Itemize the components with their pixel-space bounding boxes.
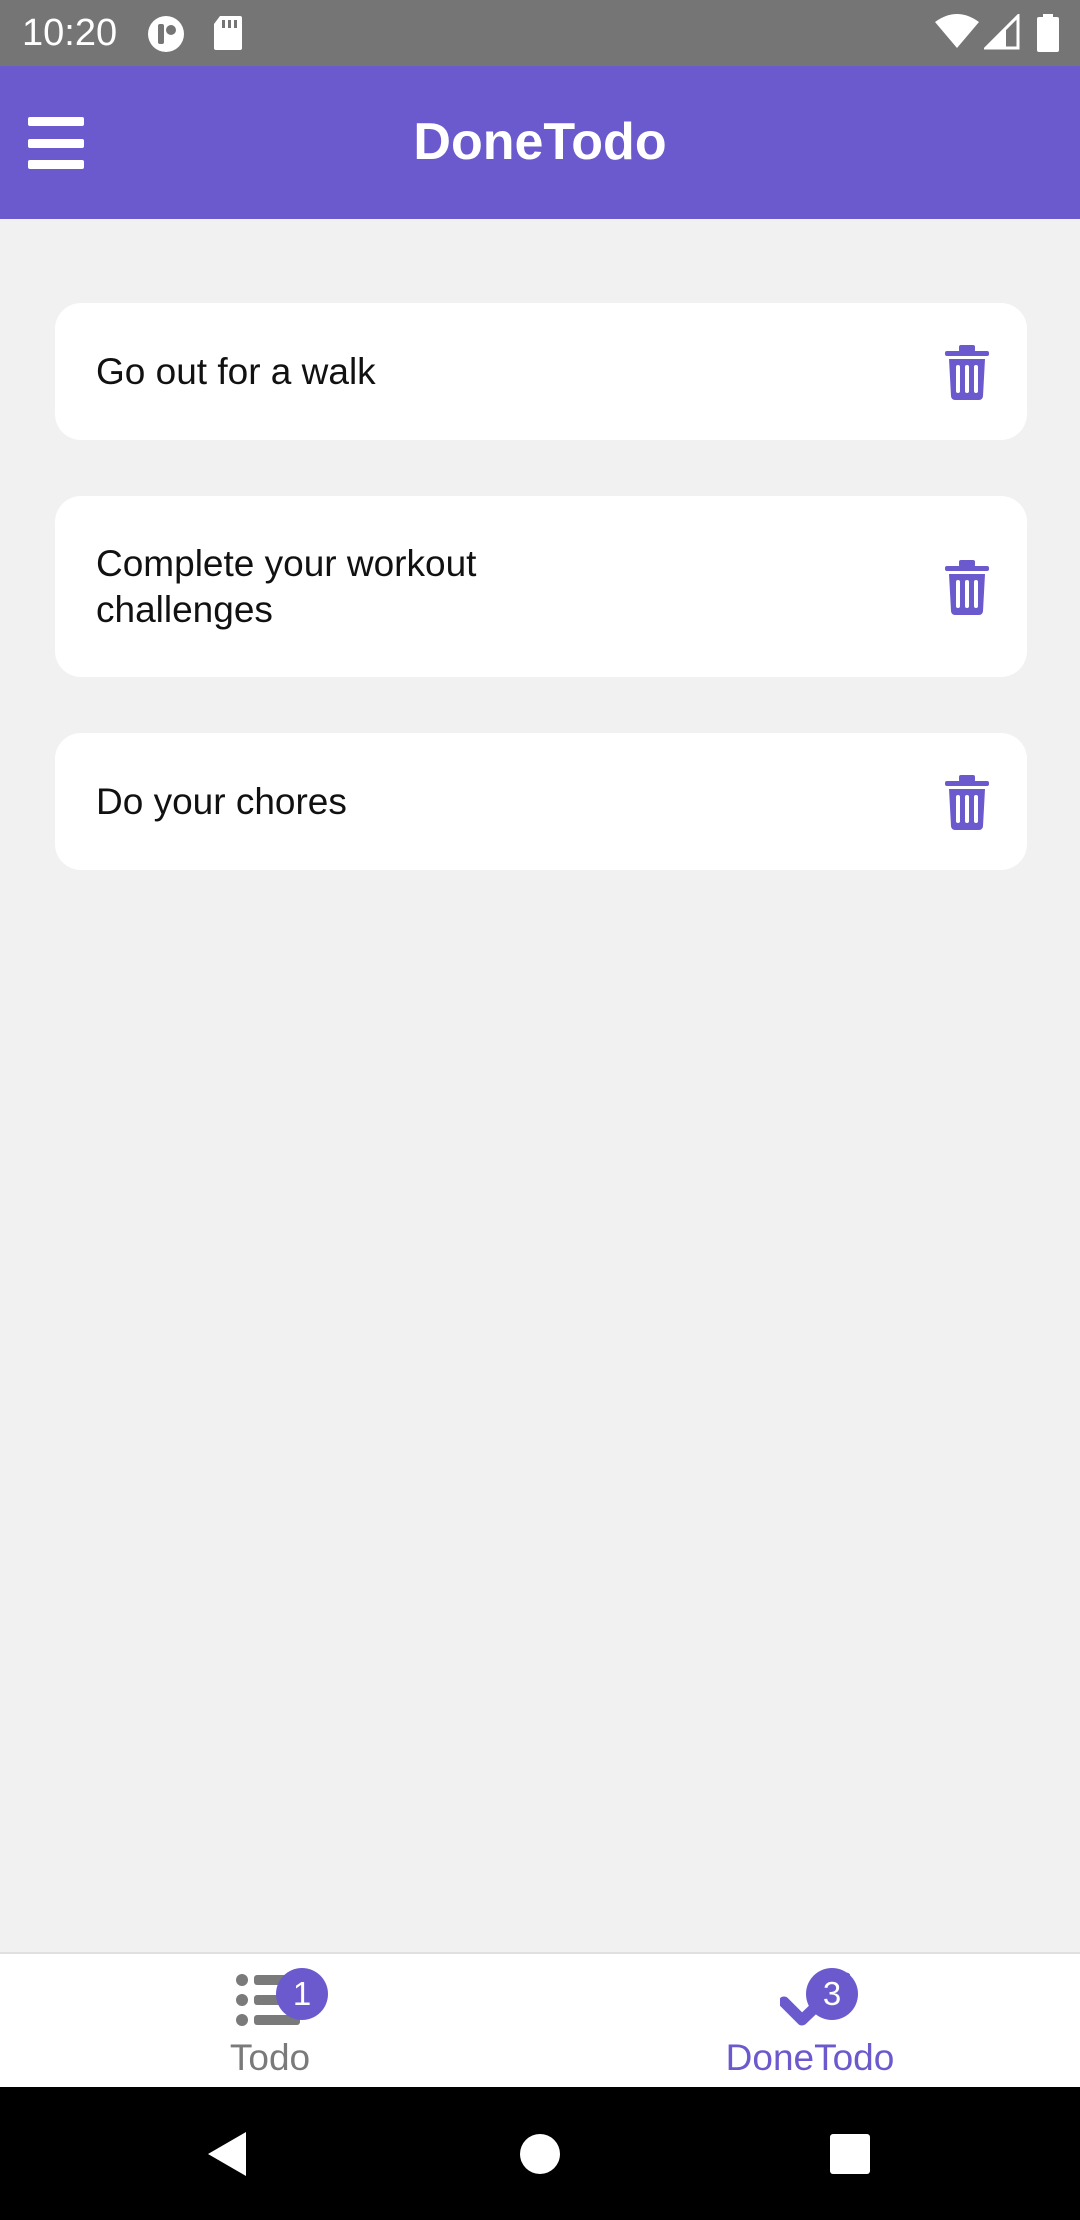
todo-count-badge: 1 [276,1968,328,2020]
sd-card-icon [214,16,242,50]
signal-icon [984,14,1020,50]
trash-icon[interactable] [943,559,991,615]
trash-icon[interactable] [943,344,991,400]
todo-text: Go out for a walk [96,350,376,392]
done-count-badge: 3 [806,1968,858,2020]
wifi-icon [935,14,979,48]
todo-text: Do your chores [96,780,347,822]
status-bar: 10:20 [0,0,1080,66]
system-nav-bar [0,2087,1080,2220]
bottom-nav: 1 Todo 3 DoneTodo [0,1952,1080,2087]
tab-todo[interactable]: 1 Todo [0,1954,540,2089]
tab-label-done-todo: DoneTodo [725,2037,895,2078]
app-bar: DoneTodo [0,66,1080,219]
battery-icon [1037,14,1059,52]
todo-card[interactable]: Go out for a walk [55,303,1027,440]
todo-card[interactable]: Do your chores [55,733,1027,870]
trash-icon[interactable] [943,774,991,830]
home-icon[interactable] [518,2130,562,2178]
app-title: DoneTodo [413,113,667,171]
record-icon [148,16,184,52]
hamburger-menu-icon[interactable] [20,112,92,174]
tab-done-todo[interactable]: 3 DoneTodo [540,1954,1080,2089]
status-time: 10:20 [22,12,118,54]
recents-icon[interactable] [828,2130,872,2178]
back-icon[interactable] [202,2130,250,2178]
tab-label-todo: Todo [229,2037,311,2078]
todo-card[interactable]: Complete your workout challenges [55,496,1027,677]
todo-text: Complete your workout challenges [96,542,477,630]
